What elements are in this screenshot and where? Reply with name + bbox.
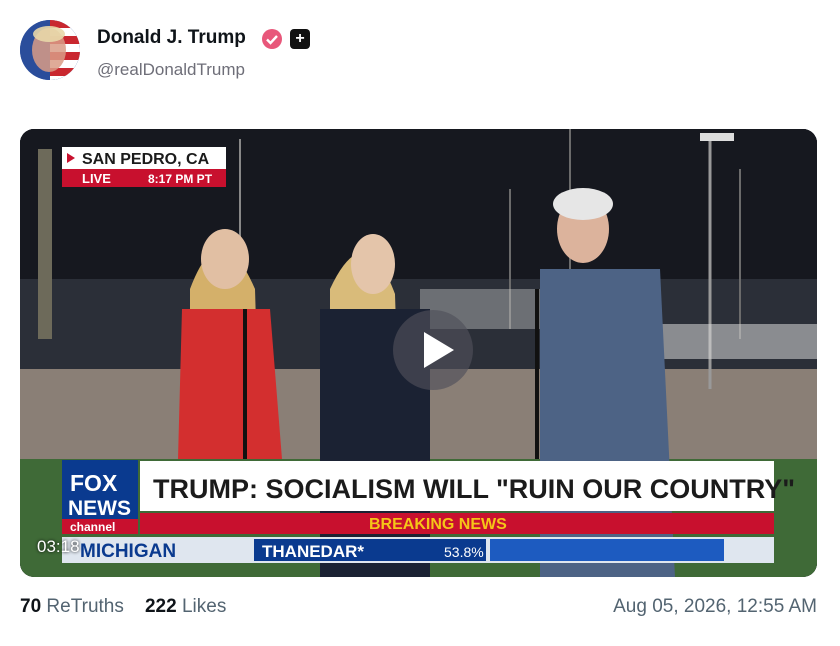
ticker-percent: 53.8% — [444, 544, 484, 560]
video-player[interactable]: SAN PEDRO, CA LIVE 8:17 PM PT FOX NEWS c… — [20, 129, 817, 577]
breaking-news-label: BREAKING NEWS — [369, 516, 507, 533]
ticker-candidate: THANEDAR* — [262, 542, 364, 561]
ticker-state: MICHIGAN — [80, 541, 176, 562]
live-time-label: 8:17 PM PT — [148, 172, 213, 186]
headline-text: TRUMP: SOCIALISM WILL "RUIN OUR COUNTRY" — [153, 474, 795, 504]
likes-label: Likes — [181, 596, 227, 617]
avatar[interactable] — [20, 20, 80, 80]
likes-count: 222 — [144, 596, 177, 617]
retruths-label: ReTruths — [46, 596, 124, 617]
post-timestamp[interactable]: Aug 05, 2026, 12:55 AM — [613, 596, 817, 618]
network-logo-line2: NEWS — [68, 497, 131, 520]
plus-badge-icon: + — [290, 29, 310, 49]
network-logo-line3: channel — [70, 520, 115, 534]
avatar-image — [20, 20, 80, 80]
network-logo-line1: FOX — [70, 470, 118, 496]
likes-link[interactable]: 222 Likes — [145, 596, 226, 617]
retruths-link[interactable]: 70 ReTruths — [20, 596, 124, 617]
user-handle[interactable]: @realDonaldTrump — [97, 60, 245, 80]
post-stats: 70 ReTruths 222 Likes — [20, 596, 226, 618]
video-duration: 03:18 — [37, 537, 80, 556]
verified-badge-icon — [262, 29, 282, 49]
play-button[interactable] — [393, 310, 473, 390]
display-name[interactable]: Donald J. Trump — [97, 27, 246, 49]
retruths-count: 70 — [20, 596, 42, 617]
location-label: SAN PEDRO, CA — [82, 151, 210, 168]
live-label: LIVE — [82, 171, 111, 186]
